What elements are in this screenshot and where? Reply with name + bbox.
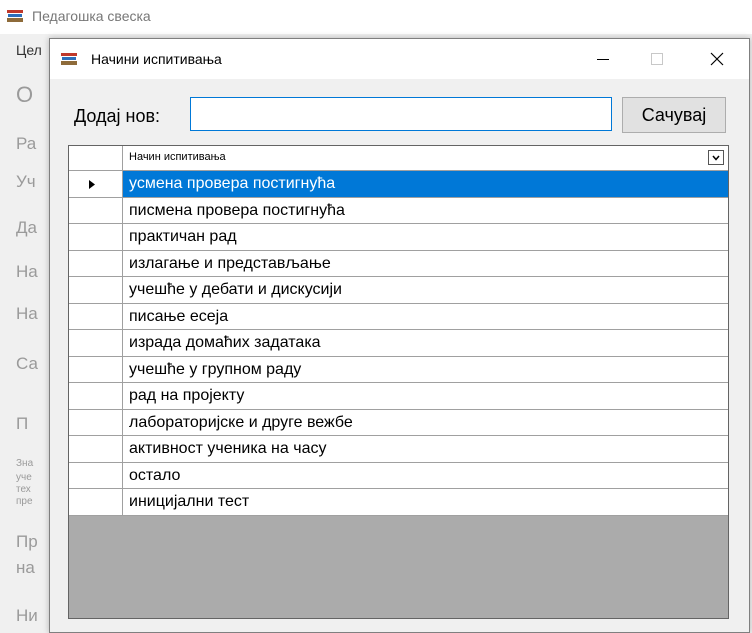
- methods-dialog: Начини испитивања Додај нов: Сачувај Нач…: [49, 38, 750, 633]
- table-row[interactable]: активност ученика на часу: [69, 436, 728, 463]
- table-row[interactable]: усмена провера постигнућа: [69, 171, 728, 198]
- minimize-button[interactable]: [580, 39, 626, 79]
- dialog-titlebar[interactable]: Начини испитивања: [50, 39, 749, 79]
- parent-text-fragment: Ни: [16, 606, 38, 625]
- row-header[interactable]: [69, 489, 123, 516]
- grid-header: Начин испитивања: [69, 146, 728, 171]
- row-header[interactable]: [69, 303, 123, 330]
- parent-menu-fragment: Цел: [16, 42, 42, 58]
- close-icon: [710, 52, 724, 66]
- row-header[interactable]: [69, 330, 123, 357]
- method-cell[interactable]: практичан рад: [123, 224, 728, 251]
- method-cell[interactable]: писмена провера постигнућа: [123, 197, 728, 224]
- column-header-method[interactable]: Начин испитивања: [123, 146, 728, 170]
- parent-text-fragment: уче: [16, 472, 32, 483]
- table-row[interactable]: практичан рад: [69, 224, 728, 251]
- dialog-title: Начини испитивања: [91, 51, 222, 67]
- maximize-button[interactable]: [634, 39, 680, 79]
- save-button[interactable]: Сачувај: [622, 97, 726, 133]
- maximize-icon: [651, 53, 663, 65]
- row-header[interactable]: [69, 250, 123, 277]
- method-cell[interactable]: иницијални тест: [123, 489, 728, 516]
- method-cell[interactable]: усмена провера постигнућа: [123, 171, 728, 198]
- table-row[interactable]: излагање и представљање: [69, 250, 728, 277]
- grid-rows: усмена провера постигнућа писмена провера…: [69, 171, 728, 516]
- method-cell[interactable]: активност ученика на часу: [123, 436, 728, 463]
- parent-text-fragment: Зна: [16, 458, 34, 469]
- column-header-label: Начин испитивања: [129, 151, 226, 163]
- table-row[interactable]: учешће у групном раду: [69, 356, 728, 383]
- add-new-input[interactable]: [190, 97, 612, 131]
- table-row[interactable]: писмена провера постигнућа: [69, 197, 728, 224]
- methods-grid[interactable]: Начин испитивања усмена провера постигну…: [68, 145, 729, 619]
- method-cell[interactable]: учешће у дебати и дискусији: [123, 277, 728, 304]
- parent-heading-fragment: О: [16, 82, 34, 107]
- method-cell[interactable]: лабораторијске и друге вежбе: [123, 409, 728, 436]
- method-cell[interactable]: рад на пројекту: [123, 383, 728, 410]
- parent-window-title: Педагошка свеска: [32, 8, 151, 24]
- parent-text-fragment: Да: [16, 218, 37, 237]
- row-header[interactable]: [69, 462, 123, 489]
- table-row[interactable]: остало: [69, 462, 728, 489]
- row-header[interactable]: [69, 356, 123, 383]
- books-icon: [61, 53, 77, 65]
- method-cell[interactable]: писање есеја: [123, 303, 728, 330]
- table-row[interactable]: рад на пројекту: [69, 383, 728, 410]
- parent-text-fragment: П: [16, 414, 29, 433]
- parent-text-fragment: На: [16, 304, 38, 323]
- row-pointer-icon: [89, 180, 95, 189]
- parent-text-fragment: на: [16, 558, 35, 577]
- parent-text-fragment: Са: [16, 354, 38, 373]
- chevron-down-icon: [712, 155, 720, 161]
- parent-text-fragment: пре: [16, 496, 33, 507]
- method-cell[interactable]: остало: [123, 462, 728, 489]
- method-cell[interactable]: учешће у групном раду: [123, 356, 728, 383]
- method-cell[interactable]: излагање и представљање: [123, 250, 728, 277]
- column-dropdown-button[interactable]: [708, 150, 724, 165]
- minimize-icon: [597, 59, 609, 60]
- row-header[interactable]: [69, 197, 123, 224]
- row-header[interactable]: [69, 383, 123, 410]
- method-cell[interactable]: израда домаћих задатака: [123, 330, 728, 357]
- table-row[interactable]: иницијални тест: [69, 489, 728, 516]
- parent-text-fragment: На: [16, 262, 38, 281]
- row-header[interactable]: [69, 171, 123, 198]
- parent-text-fragment: тех: [16, 484, 31, 495]
- grid-corner-cell[interactable]: [69, 146, 123, 170]
- close-button[interactable]: [694, 39, 740, 79]
- row-header[interactable]: [69, 224, 123, 251]
- table-row[interactable]: учешће у дебати и дискусији: [69, 277, 728, 304]
- parent-text-fragment: Уч: [16, 172, 36, 191]
- add-new-label: Додај нов:: [74, 106, 161, 126]
- table-row[interactable]: лабораторијске и друге вежбе: [69, 409, 728, 436]
- parent-titlebar: Педагошка свеска: [0, 0, 752, 34]
- books-icon: [7, 10, 23, 22]
- parent-text-fragment: Пр: [16, 532, 38, 551]
- row-header[interactable]: [69, 409, 123, 436]
- row-header[interactable]: [69, 436, 123, 463]
- table-row[interactable]: писање есеја: [69, 303, 728, 330]
- row-header[interactable]: [69, 277, 123, 304]
- parent-text-fragment: Ра: [16, 134, 37, 153]
- table-row[interactable]: израда домаћих задатака: [69, 330, 728, 357]
